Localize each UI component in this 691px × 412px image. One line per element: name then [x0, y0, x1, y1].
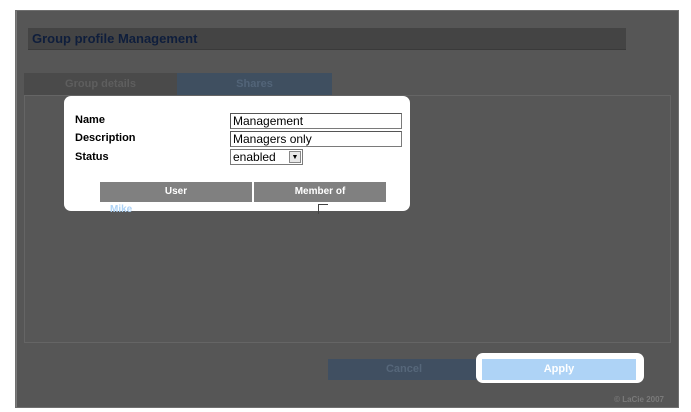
chevron-down-icon[interactable]: ▼ [289, 151, 301, 163]
tab-group-details[interactable]: Group details [24, 73, 177, 95]
status-select-value: enabled [233, 150, 276, 164]
cancel-button[interactable]: Cancel [328, 359, 480, 380]
user-link-mike[interactable]: Mike [110, 204, 132, 215]
page-title: Group profile Management [28, 28, 626, 50]
apply-button[interactable]: Apply [482, 359, 636, 380]
frame-edge [16, 11, 17, 407]
status-select[interactable]: enabled ▼ [230, 149, 303, 165]
name-field[interactable]: Management [230, 113, 402, 129]
group-profile-form: Name Management Description Managers onl… [64, 96, 410, 215]
column-header-user: User [100, 182, 252, 202]
member-of-checkbox[interactable] [318, 204, 328, 214]
copyright-text: © LaCie 2007 [614, 395, 664, 404]
description-label: Description [75, 132, 136, 144]
description-field[interactable]: Managers only [230, 131, 402, 147]
tab-shares[interactable]: Shares [177, 73, 332, 95]
name-label: Name [75, 114, 105, 126]
column-header-member-of: Member of [254, 182, 386, 202]
status-label: Status [75, 151, 109, 163]
